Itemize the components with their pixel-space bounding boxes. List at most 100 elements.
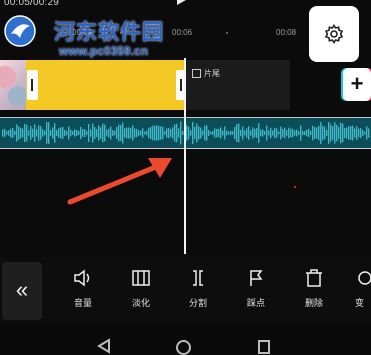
waveform-bar [246, 128, 248, 138]
waveform-bar [234, 126, 236, 140]
add-clip-button[interactable]: + [343, 68, 371, 101]
waveform-bar [152, 125, 154, 141]
nav-recent-icon[interactable] [258, 340, 270, 354]
collapse-toolbar-button[interactable]: « [2, 262, 42, 320]
end-clip-label: 片尾 [192, 68, 220, 79]
waveform-bar [92, 123, 94, 143]
waveform-bar [104, 124, 106, 142]
waveform-bar [198, 126, 200, 140]
waveform-bar [136, 128, 138, 138]
settings-button[interactable] [309, 6, 359, 62]
waveform-bar [48, 122, 50, 144]
waveform-bar [310, 130, 312, 136]
waveform-bar [168, 127, 170, 139]
waveform-bar [144, 131, 146, 135]
waveform-bar [210, 131, 212, 135]
waveform-bar [332, 126, 334, 140]
waveform-bar [28, 130, 30, 136]
waveform-bar [208, 129, 210, 137]
waveform-bar [238, 123, 240, 143]
waveform-bar [164, 131, 166, 135]
tool-fade[interactable]: 淡化 [119, 268, 163, 309]
video-thumbnail[interactable] [0, 60, 26, 110]
waveform-bar [122, 122, 124, 144]
end-clip-icon [192, 69, 201, 78]
waveform-bar [342, 123, 344, 143]
waveform-bar [98, 125, 100, 141]
more-icon [358, 271, 371, 285]
waveform-bar [358, 128, 360, 138]
tool-beat[interactable]: 踩点 [234, 268, 278, 309]
waveform-bar [346, 127, 348, 139]
waveform-bar [30, 126, 32, 140]
waveform-bar [172, 127, 174, 139]
waveform-bar [128, 127, 130, 139]
waveform-bar [100, 127, 102, 139]
waveform-bar [148, 127, 150, 139]
delete-icon [306, 269, 322, 287]
waveform-bar [338, 126, 340, 140]
waveform-bar [150, 126, 152, 140]
waveform-bar [24, 123, 26, 143]
waveform-bar [106, 129, 108, 137]
waveform-bar [266, 125, 268, 141]
waveform-bar [296, 129, 298, 137]
end-clip-text: 片尾 [204, 69, 220, 78]
tool-label: 删除 [304, 298, 323, 308]
playhead[interactable] [184, 58, 186, 254]
tool-label: 分割 [188, 298, 207, 308]
clip-trim-handle-left[interactable] [27, 70, 38, 100]
waveform-bar [114, 130, 116, 136]
ruler-dot [226, 32, 228, 34]
waveform-bar [220, 127, 222, 139]
waveform-bar [126, 127, 128, 139]
video-clip[interactable] [26, 60, 186, 110]
waveform-bar [160, 126, 162, 140]
waveform-bar [166, 128, 168, 138]
waveform-bar [298, 131, 300, 135]
waveform-bar [176, 123, 178, 143]
watermark-logo-icon [4, 15, 36, 47]
split-icon [193, 270, 203, 286]
waveform-bar [110, 126, 112, 140]
waveform-bar [52, 127, 54, 139]
waveform-bar [360, 128, 362, 138]
gear-icon [324, 24, 344, 44]
waveform-bar [302, 130, 304, 136]
waveform-bar [130, 128, 132, 138]
waveform-bar [222, 130, 224, 136]
waveform-bar [80, 126, 82, 140]
play-icon[interactable] [175, 0, 187, 6]
annotation-arrow-icon [67, 158, 172, 205]
waveform-bar [90, 129, 92, 137]
waveform-bar [34, 124, 36, 142]
waveform-bar [102, 123, 104, 143]
waveform-bar [186, 125, 188, 141]
waveform-bar [108, 128, 110, 138]
nav-home-icon[interactable] [176, 340, 191, 355]
waveform-bar [280, 126, 282, 140]
waveform-bar [174, 124, 176, 142]
waveform-bar [364, 131, 366, 135]
waveform-bar [324, 126, 326, 140]
waveform-bar [288, 127, 290, 139]
tool-split[interactable]: 分割 [176, 268, 220, 309]
nav-back-icon[interactable] [96, 338, 112, 354]
fade-icon [132, 270, 150, 286]
tool-delete[interactable]: 删除 [292, 268, 336, 309]
waveform-bar [64, 129, 66, 137]
waveform-bar [142, 128, 144, 138]
waveform-bar [250, 130, 252, 136]
waveform-bar [264, 131, 266, 135]
waveform-bar [62, 127, 64, 139]
tool-volume[interactable]: 音量 [61, 268, 105, 309]
waveform-bar [322, 125, 324, 141]
waveform-bar [70, 129, 72, 137]
waveform-bar [200, 127, 202, 139]
waveform-bar [178, 128, 180, 138]
waveform-bar [256, 128, 258, 138]
waveform-bar [204, 125, 206, 141]
waveform-bar [202, 130, 204, 136]
ruler-tick: 00:08 [276, 28, 297, 37]
tool-more[interactable]: 变 [345, 268, 371, 309]
